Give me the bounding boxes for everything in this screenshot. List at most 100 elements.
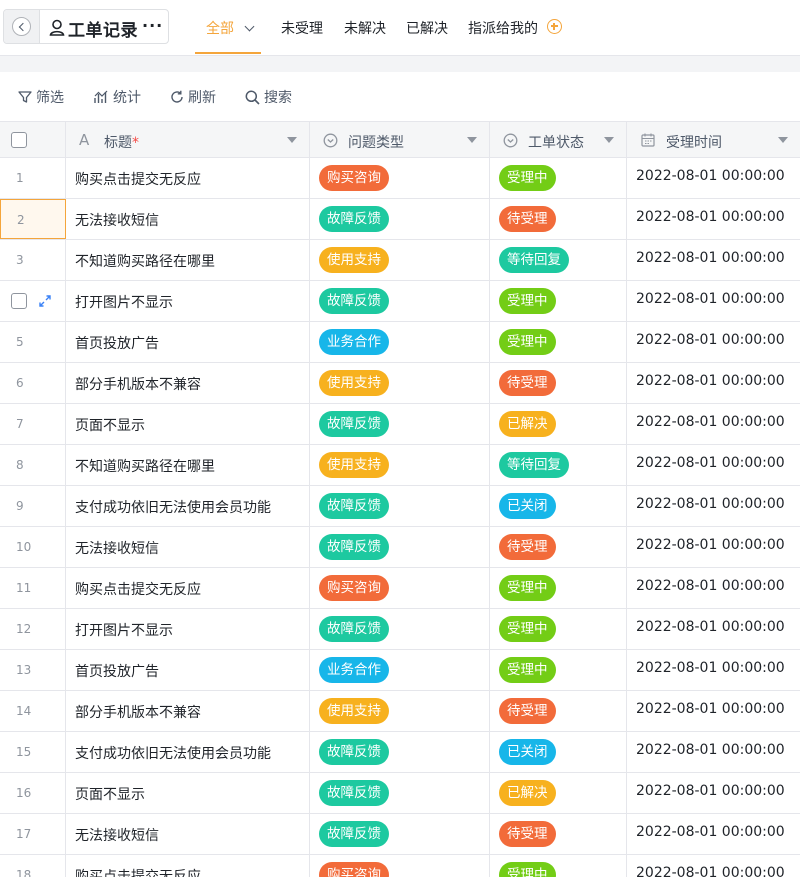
- table-row[interactable]: 11 购买点击提交无反应 购买咨询 受理中 2022-08-01 00:00:00: [0, 568, 800, 609]
- column-menu-icon[interactable]: [778, 137, 788, 143]
- status-cell[interactable]: 待受理: [490, 199, 627, 239]
- time-cell[interactable]: 2022-08-01 00:00:00: [627, 199, 800, 239]
- type-cell[interactable]: 业务合作: [310, 322, 490, 362]
- type-cell[interactable]: 使用支持: [310, 363, 490, 403]
- table-row[interactable]: 1 购买点击提交无反应 购买咨询 受理中 2022-08-01 00:00:00: [0, 158, 800, 199]
- refresh-button[interactable]: 刷新: [170, 87, 216, 107]
- title-cell[interactable]: 支付成功依旧无法使用会员功能: [66, 486, 310, 526]
- title-cell[interactable]: 页面不显示: [66, 773, 310, 813]
- title-cell[interactable]: 购买点击提交无反应: [66, 568, 310, 608]
- row-index-cell[interactable]: 6: [0, 363, 66, 403]
- time-cell[interactable]: 2022-08-01 00:00:00: [627, 568, 800, 608]
- time-cell[interactable]: 2022-08-01 00:00:00: [627, 486, 800, 526]
- title-cell[interactable]: 首页投放广告: [66, 650, 310, 690]
- status-cell[interactable]: 受理中: [490, 609, 627, 649]
- status-cell[interactable]: 受理中: [490, 158, 627, 198]
- row-checkbox[interactable]: [11, 293, 27, 309]
- title-cell[interactable]: 无法接收短信: [66, 527, 310, 567]
- title-cell[interactable]: 支付成功依旧无法使用会员功能: [66, 732, 310, 772]
- table-row[interactable]: 打开图片不显示 故障反馈 受理中 2022-08-01 00:00:00: [0, 281, 800, 322]
- time-cell[interactable]: 2022-08-01 00:00:00: [627, 814, 800, 854]
- status-cell[interactable]: 受理中: [490, 855, 627, 877]
- type-cell[interactable]: 故障反馈: [310, 609, 490, 649]
- search-button[interactable]: 搜索: [245, 87, 292, 107]
- type-cell[interactable]: 购买咨询: [310, 158, 490, 198]
- table-row[interactable]: 9 支付成功依旧无法使用会员功能 故障反馈 已关闭 2022-08-01 00:00:0…: [0, 486, 800, 527]
- title-cell[interactable]: 无法接收短信: [66, 199, 310, 239]
- type-cell[interactable]: 故障反馈: [310, 199, 490, 239]
- time-cell[interactable]: 2022-08-01 00:00:00: [627, 240, 800, 280]
- type-cell[interactable]: 使用支持: [310, 691, 490, 731]
- table-row[interactable]: 18 购买点击提交无反应 购买咨询 受理中 2022-08-01 00:00:00: [0, 855, 800, 877]
- row-index-cell[interactable]: 9: [0, 486, 66, 526]
- row-index-cell[interactable]: 8: [0, 445, 66, 485]
- type-cell[interactable]: 故障反馈: [310, 527, 490, 567]
- time-cell[interactable]: 2022-08-01 00:00:00: [627, 732, 800, 772]
- time-cell[interactable]: 2022-08-01 00:00:00: [627, 404, 800, 444]
- title-cell[interactable]: 不知道购买路径在哪里: [66, 240, 310, 280]
- table-row[interactable]: 3 不知道购买路径在哪里 使用支持 等待回复 2022-08-01 00:00:00: [0, 240, 800, 281]
- stats-button[interactable]: 统计: [94, 87, 141, 107]
- table-row[interactable]: 2 无法接收短信 故障反馈 待受理 2022-08-01 00:00:00: [0, 199, 800, 240]
- status-cell[interactable]: 受理中: [490, 568, 627, 608]
- row-index-cell[interactable]: 10: [0, 527, 66, 567]
- title-cell[interactable]: 无法接收短信: [66, 814, 310, 854]
- more-icon[interactable]: ···: [142, 16, 163, 35]
- filter-button[interactable]: 筛选: [18, 87, 64, 107]
- type-cell[interactable]: 故障反馈: [310, 404, 490, 444]
- status-cell[interactable]: 待受理: [490, 691, 627, 731]
- expand-icon[interactable]: [38, 294, 52, 308]
- status-cell[interactable]: 已关闭: [490, 732, 627, 772]
- row-index-cell[interactable]: [0, 281, 66, 321]
- table-row[interactable]: 8 不知道购买路径在哪里 使用支持 等待回复 2022-08-01 00:00:00: [0, 445, 800, 486]
- column-menu-icon[interactable]: [287, 137, 297, 143]
- add-tab-icon[interactable]: [547, 19, 562, 34]
- table-row[interactable]: 7 页面不显示 故障反馈 已解决 2022-08-01 00:00:00: [0, 404, 800, 445]
- row-index-cell[interactable]: 2: [0, 199, 66, 239]
- row-index-cell[interactable]: 13: [0, 650, 66, 690]
- header-status[interactable]: 工单状态: [490, 122, 627, 158]
- tab-unresolved[interactable]: 未解决: [344, 18, 386, 38]
- title-cell[interactable]: 不知道购买路径在哪里: [66, 445, 310, 485]
- title-cell[interactable]: 购买点击提交无反应: [66, 158, 310, 198]
- status-cell[interactable]: 待受理: [490, 527, 627, 567]
- time-cell[interactable]: 2022-08-01 00:00:00: [627, 363, 800, 403]
- table-row[interactable]: 15 支付成功依旧无法使用会员功能 故障反馈 已关闭 2022-08-01 00:00:…: [0, 732, 800, 773]
- status-cell[interactable]: 待受理: [490, 814, 627, 854]
- type-cell[interactable]: 故障反馈: [310, 773, 490, 813]
- row-index-cell[interactable]: 12: [0, 609, 66, 649]
- row-index-cell[interactable]: 7: [0, 404, 66, 444]
- select-all-checkbox[interactable]: [11, 132, 27, 148]
- title-cell[interactable]: 页面不显示: [66, 404, 310, 444]
- time-cell[interactable]: 2022-08-01 00:00:00: [627, 855, 800, 877]
- chevron-down-icon[interactable]: [244, 21, 255, 32]
- type-cell[interactable]: 购买咨询: [310, 855, 490, 877]
- row-index-cell[interactable]: 16: [0, 773, 66, 813]
- title-cell[interactable]: 打开图片不显示: [66, 281, 310, 321]
- table-row[interactable]: 6 部分手机版本不兼容 使用支持 待受理 2022-08-01 00:00:00: [0, 363, 800, 404]
- row-index-cell[interactable]: 1: [0, 158, 66, 198]
- column-menu-icon[interactable]: [604, 137, 614, 143]
- title-cell[interactable]: 首页投放广告: [66, 322, 310, 362]
- status-cell[interactable]: 已解决: [490, 773, 627, 813]
- column-menu-icon[interactable]: [467, 137, 477, 143]
- header-time[interactable]: 受理时间: [627, 122, 800, 158]
- table-row[interactable]: 17 无法接收短信 故障反馈 待受理 2022-08-01 00:00:00: [0, 814, 800, 855]
- status-cell[interactable]: 受理中: [490, 281, 627, 321]
- status-cell[interactable]: 受理中: [490, 322, 627, 362]
- status-cell[interactable]: 已解决: [490, 404, 627, 444]
- time-cell[interactable]: 2022-08-01 00:00:00: [627, 650, 800, 690]
- table-row[interactable]: 10 无法接收短信 故障反馈 待受理 2022-08-01 00:00:00: [0, 527, 800, 568]
- table-row[interactable]: 13 首页投放广告 业务合作 受理中 2022-08-01 00:00:00: [0, 650, 800, 691]
- table-row[interactable]: 16 页面不显示 故障反馈 已解决 2022-08-01 00:00:00: [0, 773, 800, 814]
- time-cell[interactable]: 2022-08-01 00:00:00: [627, 158, 800, 198]
- type-cell[interactable]: 使用支持: [310, 445, 490, 485]
- back-button[interactable]: [4, 10, 40, 43]
- table-row[interactable]: 14 部分手机版本不兼容 使用支持 待受理 2022-08-01 00:00:00: [0, 691, 800, 732]
- time-cell[interactable]: 2022-08-01 00:00:00: [627, 322, 800, 362]
- title-cell[interactable]: 部分手机版本不兼容: [66, 691, 310, 731]
- tab-all[interactable]: 全部: [206, 18, 255, 38]
- time-cell[interactable]: 2022-08-01 00:00:00: [627, 691, 800, 731]
- row-index-cell[interactable]: 17: [0, 814, 66, 854]
- type-cell[interactable]: 故障反馈: [310, 732, 490, 772]
